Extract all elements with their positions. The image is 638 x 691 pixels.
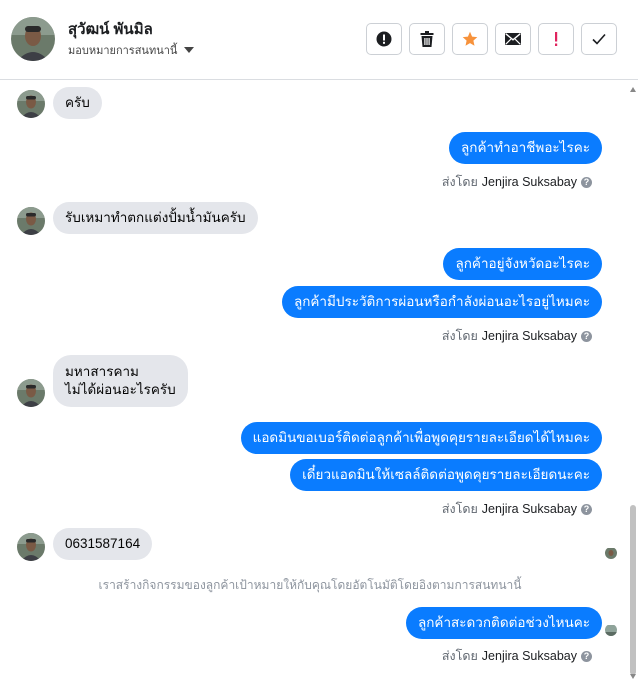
caret-down-icon (184, 47, 195, 53)
trash-icon (420, 31, 434, 47)
sent-by-label: ส่งโดย Jenjira Suksabay ? (442, 499, 592, 519)
incoming-message: รับเหมาทำตกแต่งปั้มน้ำมันครับ (53, 202, 258, 234)
alert-icon (376, 31, 392, 47)
sent-by-label: ส่งโดย Jenjira Suksabay ? (442, 646, 592, 666)
incoming-message: ครับ (53, 87, 102, 119)
scroll-down-arrow-icon[interactable] (630, 674, 636, 679)
envelope-icon (505, 33, 521, 45)
system-note: เราสร้างกิจกรรมของลูกค้าเป้าหมายให้กับคุ… (98, 578, 522, 592)
incoming-message: 0631587164 (53, 528, 153, 560)
conversation-window: สุวัฒน์ พันมิล มอบหมายการสนทนานี้ ครับ ล… (0, 0, 638, 691)
exclamation-icon (555, 32, 558, 46)
sender-avatar (17, 90, 45, 118)
outgoing-message: ลูกค้าสะดวกติดต่อช่วงไหนคะ (405, 607, 602, 639)
sent-by-name: Jenjira Suksabay (481, 502, 577, 516)
question-icon[interactable]: ? (581, 176, 592, 188)
mark-spam-button[interactable] (366, 23, 402, 55)
delete-button[interactable] (409, 23, 445, 55)
outgoing-message: ลูกค้าอยู่จังหวัดอะไรคะ (443, 248, 602, 280)
assign-label: มอบหมายการสนทนานี้ (68, 45, 178, 57)
conversation-header: สุวัฒน์ พันมิล มอบหมายการสนทนานี้ (0, 0, 638, 80)
contact-avatar[interactable] (11, 17, 55, 61)
scroll-up-arrow-icon[interactable] (630, 87, 636, 92)
action-toolbar (366, 23, 617, 55)
question-icon[interactable]: ? (581, 503, 592, 515)
mark-done-button[interactable] (581, 23, 617, 55)
sent-by-prefix: ส่งโดย (441, 329, 478, 343)
sent-by-prefix: ส่งโดย (441, 649, 478, 663)
message-thread[interactable]: ครับ ลูกค้าทำอาชีพอะไรคะ ส่งโดย Jenjira … (0, 81, 628, 691)
sender-avatar (17, 207, 45, 235)
outgoing-message: เดี๋ยวแอดมินให้เซลล์ติดต่อพูดคุยรายละเอี… (290, 459, 602, 491)
sent-by-name: Jenjira Suksabay (481, 175, 577, 189)
sent-by-label: ส่งโดย Jenjira Suksabay ? (442, 326, 592, 346)
sender-avatar (17, 533, 45, 561)
question-icon[interactable]: ? (581, 650, 592, 662)
sent-by-prefix: ส่งโดย (441, 502, 478, 516)
incoming-message: มหาสารคาม ไม่ได้ผ่อนอะไรครับ (53, 355, 188, 407)
sent-by-name: Jenjira Suksabay (481, 329, 577, 343)
contact-name: สุวัฒน์ พันมิล (68, 21, 153, 38)
message-line: ไม่ได้ผ่อนอะไรครับ (65, 382, 176, 397)
seen-avatar (605, 624, 617, 636)
seen-avatar (605, 547, 617, 559)
outgoing-message: ลูกค้ามีประวัติการผ่อนหรือกำลังผ่อนอะไรอ… (281, 286, 602, 318)
sender-avatar (17, 379, 45, 407)
scrollbar[interactable] (628, 81, 638, 691)
sent-by-prefix: ส่งโดย (441, 175, 478, 189)
message-line: มหาสารคาม (65, 364, 139, 379)
scrollbar-thumb[interactable] (630, 505, 636, 675)
star-button[interactable] (452, 23, 488, 55)
assign-conversation-dropdown[interactable]: มอบหมายการสนทนานี้ (68, 41, 195, 59)
outgoing-message: แอดมินขอเบอร์ติดต่อลูกค้าเพื่อพูดคุยรายล… (240, 422, 602, 454)
outgoing-message: ลูกค้าทำอาชีพอะไรคะ (449, 132, 602, 164)
sent-by-name: Jenjira Suksabay (481, 649, 577, 663)
sent-by-label: ส่งโดย Jenjira Suksabay ? (442, 172, 592, 192)
question-icon[interactable]: ? (581, 330, 592, 342)
follow-up-button[interactable] (538, 23, 574, 55)
star-icon (462, 31, 478, 46)
check-icon (592, 33, 606, 45)
mark-unread-button[interactable] (495, 23, 531, 55)
